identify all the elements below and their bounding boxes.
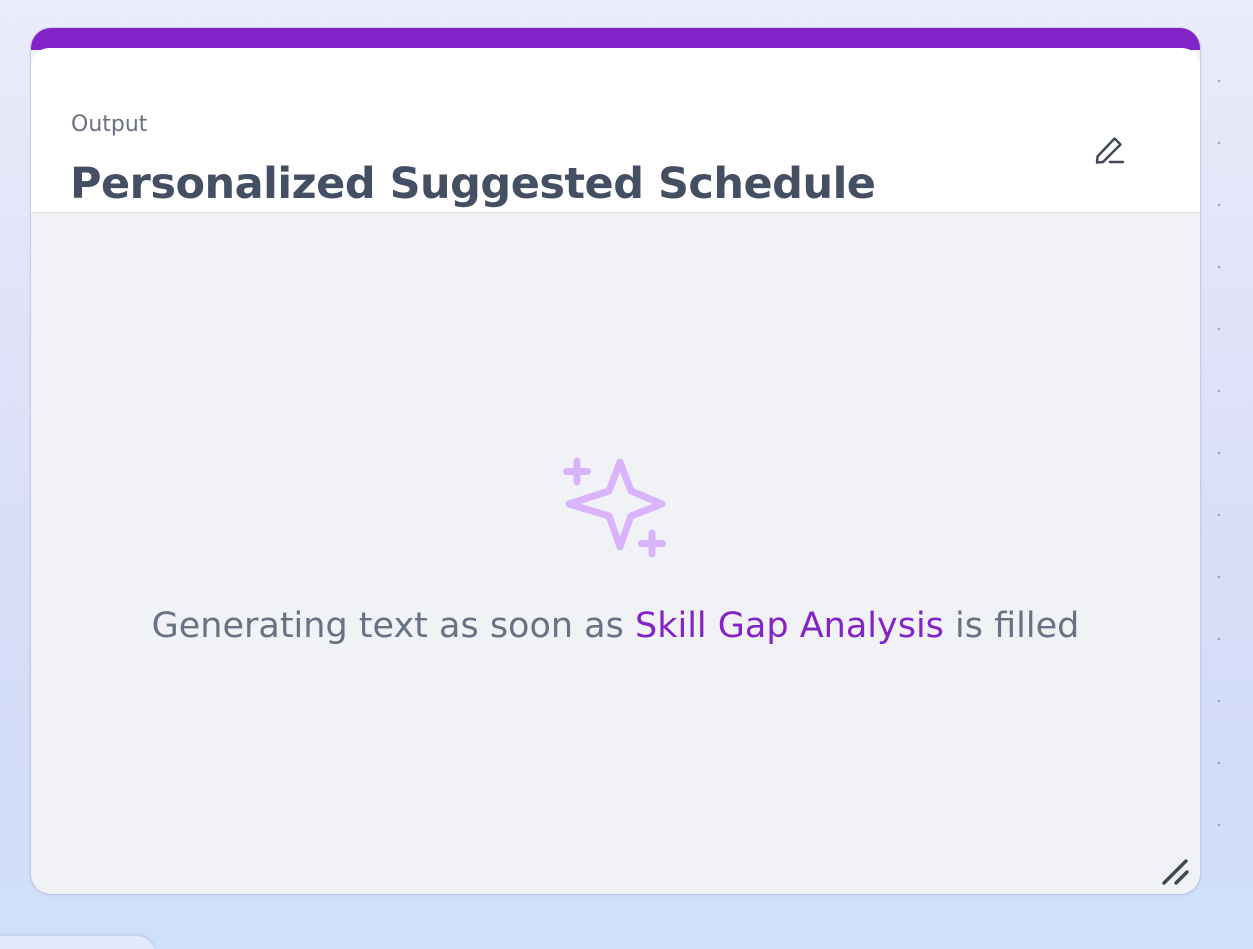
dependency-link[interactable]: Skill Gap Analysis [635, 606, 944, 646]
resize-handle-icon[interactable] [1159, 854, 1193, 888]
empty-state-text-before: Generating text as soon as [151, 606, 635, 646]
empty-state-text-after: is filled [943, 606, 1080, 646]
empty-state-message: Generating text as soon as Skill Gap Ana… [31, 606, 1200, 646]
card-header: Output Personalized Suggested Schedule [31, 48, 1200, 213]
pencil-icon [1095, 137, 1125, 164]
sparkles-icon [563, 457, 666, 558]
bottom-panel-tab[interactable] [0, 936, 156, 949]
card-title: Personalized Suggested Schedule [70, 159, 876, 209]
edit-button[interactable] [1087, 127, 1135, 175]
card-accent-bar [31, 28, 1200, 50]
card-type-label: Output [71, 112, 148, 137]
output-card: Output Personalized Suggested Schedule G… [31, 28, 1200, 894]
canvas-dot-grid [1213, 50, 1225, 880]
